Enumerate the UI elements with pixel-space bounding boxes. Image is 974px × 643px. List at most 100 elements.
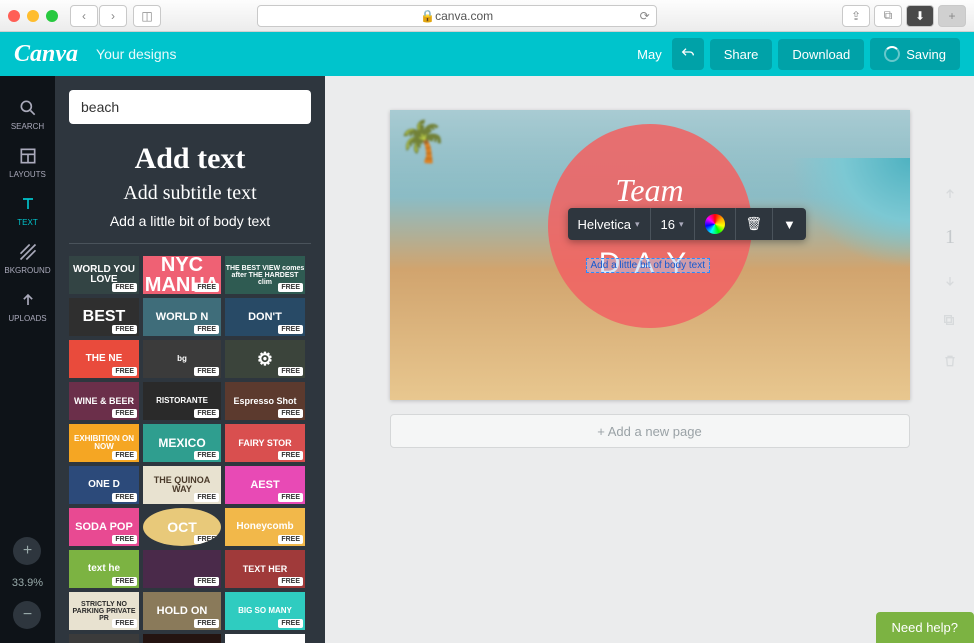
free-badge: FREE — [194, 409, 219, 418]
free-badge: FREE — [194, 577, 219, 586]
spinner-icon — [884, 46, 900, 62]
text-template[interactable]: TEXT HERFREE — [225, 550, 305, 588]
color-picker[interactable] — [695, 208, 736, 240]
arrow-up-icon[interactable] — [942, 186, 958, 202]
chevron-down-icon: ▾ — [679, 219, 684, 230]
free-badge: FREE — [194, 325, 219, 334]
tool-layouts[interactable]: LAYOUTS — [0, 138, 55, 186]
text-template[interactable]: BESTFREE — [69, 298, 139, 336]
tool-uploads[interactable]: UPLOADS — [0, 282, 55, 330]
text-template[interactable]: OCTFREE — [143, 508, 221, 546]
undo-button[interactable] — [672, 38, 704, 70]
close-window-icon[interactable] — [8, 10, 20, 22]
text-template[interactable]: EXHIBITION ON NOWFREE — [69, 424, 139, 462]
font-selector[interactable]: Helvetica ▾ — [568, 208, 651, 240]
add-subtitle-text[interactable]: Add subtitle text — [69, 182, 311, 205]
need-help-button[interactable]: Need help? — [876, 612, 974, 643]
tool-rail: SEARCH LAYOUTS TEXT BKGROUND UPLOADS + 3… — [0, 76, 55, 643]
free-badge: FREE — [112, 577, 137, 586]
trash-icon[interactable] — [942, 353, 958, 369]
zoom-in-button[interactable]: + — [13, 537, 41, 565]
tool-text[interactable]: TEXT — [0, 186, 55, 234]
text-template[interactable]: FAIRY STORFREE — [225, 424, 305, 462]
free-badge: FREE — [194, 451, 219, 460]
zoom-out-button[interactable]: − — [13, 601, 41, 629]
sidebar-toggle-button[interactable]: ◫ — [133, 5, 161, 27]
text-template[interactable]: HOLD ONFREE — [143, 592, 221, 630]
add-heading-text[interactable]: Add text — [69, 142, 311, 176]
text-template[interactable]: DON'TFREE — [225, 298, 305, 336]
add-body-text[interactable]: Add a little bit of body text — [69, 213, 311, 229]
text-template[interactable]: ⚙FREE — [225, 340, 305, 378]
browser-chrome: ‹ › ◫ 🔒 canva.com ⟳ ⇪ ⧉ ⬇ + — [0, 0, 974, 32]
more-button[interactable]: ▼ — [773, 208, 806, 240]
color-swatch-icon — [705, 214, 725, 234]
forward-button[interactable]: › — [99, 5, 127, 27]
text-template[interactable]: THE NEFREE — [69, 340, 139, 378]
share-button[interactable]: Share — [710, 39, 773, 70]
canva-logo[interactable]: Canva — [14, 41, 78, 68]
text-template[interactable]: NYC MANHAFREE — [143, 256, 221, 294]
free-badge: FREE — [112, 619, 137, 628]
delete-button[interactable]: 🗑 — [736, 208, 774, 240]
text-template[interactable]: FREE — [143, 634, 221, 643]
text-template[interactable]: HoneycombFREE — [225, 508, 305, 546]
url-label: canva.com — [435, 9, 493, 23]
address-bar[interactable]: 🔒 canva.com ⟳ — [257, 5, 657, 27]
text-toolbar: Helvetica ▾ 16 ▾ 🗑 ▼ — [568, 208, 806, 240]
tool-background[interactable]: BKGROUND — [0, 234, 55, 282]
minimize-window-icon[interactable] — [27, 10, 39, 22]
tabs-icon[interactable]: ⧉ — [874, 5, 902, 27]
maximize-window-icon[interactable] — [46, 10, 58, 22]
add-new-page-button[interactable]: + Add a new page — [390, 414, 910, 448]
text-template[interactable]: ONE DFREE — [69, 466, 139, 504]
new-tab-button[interactable]: + — [938, 5, 966, 27]
text-template[interactable]: SODA POPFREE — [69, 508, 139, 546]
text-template[interactable]: MEXICOFREE — [143, 424, 221, 462]
text-template[interactable]: THE QUINOA WAYFREE — [143, 466, 221, 504]
page-tools: 1 — [942, 186, 958, 369]
text-template[interactable]: BIG SO MANYFREE — [225, 592, 305, 630]
free-badge: FREE — [112, 367, 137, 376]
free-badge: FREE — [278, 325, 303, 334]
text-template[interactable]: bgFREE — [143, 340, 221, 378]
uploads-icon — [18, 290, 38, 310]
text-template[interactable]: RISTORANTEFREE — [143, 382, 221, 420]
copy-page-icon[interactable] — [942, 313, 958, 329]
back-button[interactable]: ‹ — [70, 5, 98, 27]
wave-graphic — [790, 158, 910, 268]
saving-button[interactable]: Saving — [870, 38, 960, 70]
search-input[interactable] — [69, 90, 311, 124]
free-badge: FREE — [278, 367, 303, 376]
text-template[interactable]: WORLD YOU LOVEFREE — [69, 256, 139, 294]
user-name[interactable]: May — [637, 47, 662, 62]
text-template[interactable]: text heFREE — [69, 550, 139, 588]
font-size-selector[interactable]: 16 ▾ — [651, 208, 695, 240]
your-designs-link[interactable]: Your designs — [96, 46, 176, 62]
free-badge: FREE — [112, 493, 137, 502]
search-icon — [18, 98, 38, 118]
download-button[interactable]: Download — [778, 39, 864, 70]
arrow-down-icon[interactable] — [942, 273, 958, 289]
background-icon — [18, 242, 38, 262]
share-icon[interactable]: ⇪ — [842, 5, 870, 27]
text-template[interactable]: AESTFREE — [225, 466, 305, 504]
text-template[interactable]: THE BEST VIEW comes after THE HARDEST cl… — [225, 256, 305, 294]
design-canvas[interactable]: 🌴 Team BEACH DAY Add a little bit of bod… — [390, 110, 910, 400]
text-template[interactable]: STRICTLY NO PARKING PRIVATE PRFREE — [69, 592, 139, 630]
free-badge: FREE — [194, 619, 219, 628]
side-panel: Add text Add subtitle text Add a little … — [55, 76, 325, 643]
text-template[interactable]: TYPE DESIGNFREE — [225, 634, 305, 643]
text-template[interactable]: WINE & BEERFREE — [69, 382, 139, 420]
downloads-icon[interactable]: ⬇ — [906, 5, 934, 27]
free-badge: FREE — [278, 577, 303, 586]
window-controls — [8, 10, 58, 22]
text-template[interactable]: FREE — [143, 550, 221, 588]
text-template[interactable]: FREE — [69, 634, 139, 643]
text-template[interactable]: WORLD NFREE — [143, 298, 221, 336]
canvas-area: 🌴 Team BEACH DAY Add a little bit of bod… — [325, 76, 974, 643]
text-template[interactable]: Espresso ShotFREE — [225, 382, 305, 420]
reload-icon[interactable]: ⟳ — [640, 9, 650, 23]
editing-text-box[interactable]: Add a little bit of body text — [586, 258, 711, 273]
tool-search[interactable]: SEARCH — [0, 90, 55, 138]
